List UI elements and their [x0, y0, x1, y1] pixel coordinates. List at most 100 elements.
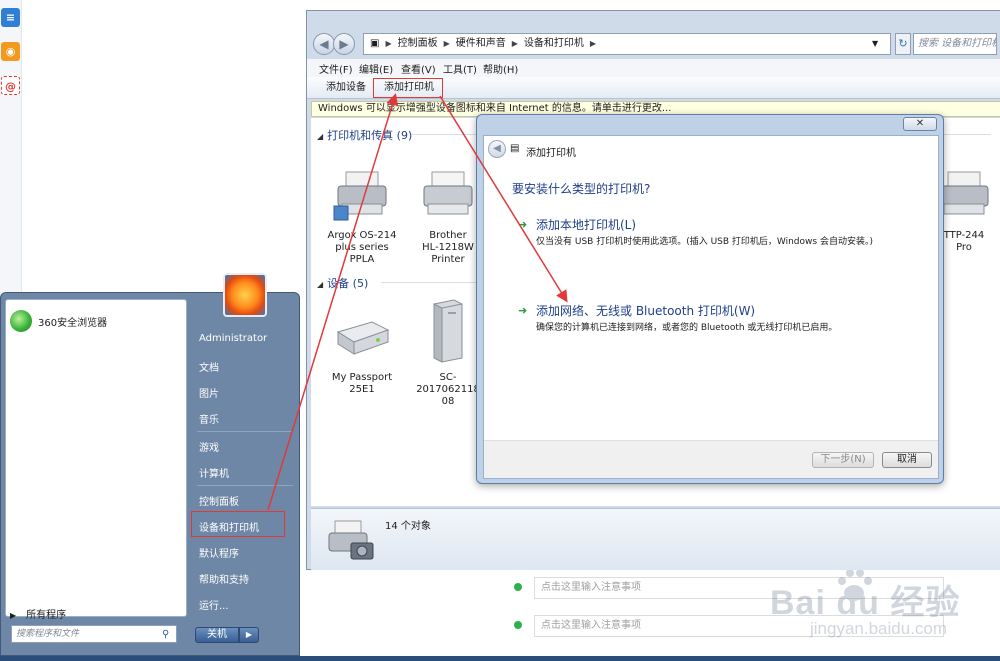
- menu-default-programs[interactable]: 默认程序: [199, 545, 239, 560]
- menu-divider: [197, 485, 293, 486]
- printer-camera-icon: [328, 520, 374, 560]
- menu-bar: 文件(F) 编辑(E) 查看(V) 工具(T) 帮助(H): [307, 59, 1000, 77]
- shutdown-button[interactable]: 关机: [195, 627, 239, 643]
- list-icon[interactable]: ≡: [1, 8, 20, 27]
- next-button[interactable]: 下一步(N): [812, 452, 874, 468]
- refresh-icon[interactable]: ↻: [895, 33, 911, 55]
- menu-view[interactable]: 查看(V): [401, 61, 436, 76]
- device-name: 25E1: [349, 384, 375, 395]
- back-button[interactable]: ◀: [313, 33, 335, 55]
- chevron-right-icon: ▶: [10, 611, 17, 620]
- address-bar: ◀ ▶ ▣ ▶ 控制面板 ▶ 硬件和声音 ▶ 设备和打印机 ▶ ▼ ↻ 搜索 设备和打印机: [311, 33, 997, 57]
- dialog-header: ◀ ▤ 添加打印机: [484, 136, 938, 162]
- printer-name: Brother: [429, 230, 467, 241]
- menu-user[interactable]: Administrator: [199, 333, 267, 344]
- menu-help-support[interactable]: 帮助和支持: [199, 571, 249, 586]
- option-title: 添加网络、无线或 Bluetooth 打印机(W): [536, 304, 756, 318]
- computer-tower-icon: [433, 299, 463, 363]
- close-button[interactable]: ✕: [903, 117, 937, 131]
- user-avatar[interactable]: [223, 273, 267, 317]
- program-label: 360安全浏览器: [38, 318, 108, 329]
- menu-tools[interactable]: 工具(T): [443, 61, 477, 76]
- device-name: My Passport: [331, 372, 393, 383]
- dialog-footer: 下一步(N) 取消: [484, 440, 938, 478]
- menu-games[interactable]: 游戏: [199, 439, 219, 454]
- menu-help[interactable]: 帮助(H): [483, 61, 518, 76]
- external-drive-icon: [336, 321, 390, 355]
- arrow-right-icon: ➜: [518, 218, 528, 231]
- group-divider: [381, 282, 481, 283]
- all-programs-label: 所有程序: [26, 610, 67, 621]
- add-device-button[interactable]: 添加设备: [321, 80, 371, 96]
- printer-item[interactable]: Argox OS-214 plus series PPLA: [325, 166, 399, 266]
- add-network-printer-option[interactable]: ➜ 添加网络、无线或 Bluetooth 打印机(W) 确保您的计算机已连接到网…: [518, 302, 918, 336]
- start-search-input[interactable]: 搜索程序和文件 ⚲: [11, 625, 177, 643]
- cancel-button[interactable]: 取消: [882, 452, 932, 468]
- option-description: 仅当没有 USB 打印机时使用此选项。(插入 USB 打印机后，Windows …: [536, 237, 873, 247]
- all-programs-button[interactable]: ▶ 所有程序: [10, 606, 186, 622]
- menu-control-panel[interactable]: 控制面板: [199, 493, 239, 508]
- shutdown-options-icon[interactable]: ▶: [239, 627, 259, 643]
- left-toolbar-strip: ≡ ◉ @: [0, 0, 22, 300]
- forward-button[interactable]: ▶: [333, 33, 355, 55]
- browser-icon: [10, 310, 32, 332]
- paw-icon: [838, 569, 872, 601]
- dialog-title: 添加打印机: [526, 148, 576, 159]
- status-bar: 14 个对象: [311, 508, 1000, 570]
- add-printer-dialog: ✕ ◀ ▤ 添加打印机 要安装什么类型的打印机? ➜ 添加本地打印机(L) 仅当…: [476, 114, 944, 484]
- printer-name: Printer: [431, 254, 465, 265]
- devices-group-header[interactable]: ◢ 设备 (5): [317, 275, 368, 291]
- option-title: 添加本地打印机(L): [536, 218, 637, 232]
- add-printer-highlight: [373, 78, 443, 98]
- search-icon[interactable]: ⚲: [162, 627, 169, 643]
- weibo-icon[interactable]: ◉: [1, 42, 20, 61]
- email-icon[interactable]: @: [1, 76, 20, 95]
- programs-pane: 360安全浏览器 ▶ 所有程序: [5, 299, 187, 621]
- dialog-body: ◀ ▤ 添加打印机 要安装什么类型的打印机? ➜ 添加本地打印机(L) 仅当没有…: [483, 135, 939, 479]
- menu-run[interactable]: 运行...: [199, 597, 229, 612]
- add-local-printer-option[interactable]: ➜ 添加本地打印机(L) 仅当没有 USB 打印机时使用此选项。(插入 USB …: [518, 216, 918, 250]
- printer-name: Argox OS-214: [327, 230, 397, 241]
- watermark-url: jingyan.baidu.com: [810, 619, 948, 638]
- printer-name: plus series: [335, 242, 389, 253]
- device-item[interactable]: My Passport 25E1: [325, 308, 399, 396]
- breadcrumb-item[interactable]: 硬件和声音: [456, 38, 506, 49]
- program-360-browser[interactable]: 360安全浏览器: [10, 310, 182, 332]
- breadcrumb-item[interactable]: 控制面板: [398, 38, 438, 49]
- chevron-down-icon[interactable]: ▼: [872, 34, 878, 54]
- menu-divider: [197, 431, 293, 432]
- printer-name: HL-1218W: [422, 242, 474, 253]
- bullet-icon: [514, 621, 522, 629]
- menu-edit[interactable]: 编辑(E): [359, 61, 393, 76]
- menu-pictures[interactable]: 图片: [199, 385, 219, 400]
- menu-file[interactable]: 文件(F): [319, 61, 353, 76]
- device-name: SC-2017062118: [416, 372, 480, 395]
- devices-group-title: 设备 (5): [327, 277, 369, 290]
- search-input[interactable]: 搜索 设备和打印机: [913, 33, 997, 55]
- printer-name: PPLA: [349, 254, 375, 265]
- menu-documents[interactable]: 文档: [199, 359, 219, 374]
- taskbar: [0, 656, 1000, 661]
- devices-printers-highlight: [191, 511, 285, 537]
- menu-computer[interactable]: 计算机: [199, 465, 229, 480]
- option-description: 确保您的计算机已连接到网络，或者您的 Bluetooth 或无线打印机已启用。: [536, 323, 838, 333]
- menu-music[interactable]: 音乐: [199, 411, 219, 426]
- breadcrumb-item[interactable]: 设备和打印机: [524, 38, 584, 49]
- device-name: 08: [441, 396, 455, 407]
- collapse-icon: ◢: [317, 280, 324, 289]
- device-item[interactable]: SC-2017062118 08: [411, 298, 485, 408]
- command-bar: 添加设备 添加打印机: [307, 77, 1000, 99]
- breadcrumb[interactable]: ▣ ▶ 控制面板 ▶ 硬件和声音 ▶ 设备和打印机 ▶ ▼: [363, 33, 891, 55]
- dialog-question: 要安装什么类型的打印机?: [512, 182, 651, 196]
- printer-icon: [333, 171, 387, 221]
- back-icon[interactable]: ◀: [488, 140, 506, 158]
- arrow-right-icon: ➜: [518, 304, 528, 317]
- printers-group-title: 打印机和传真 (9): [327, 129, 413, 142]
- start-menu: 360安全浏览器 ▶ 所有程序 搜索程序和文件 ⚲ Administrator 文…: [0, 273, 300, 656]
- folder-icon: ▣: [370, 38, 380, 49]
- baidu-jingyan-watermark: Bai du 经验 jingyan.baidu.com: [770, 569, 1000, 645]
- bullet-icon: [514, 583, 522, 591]
- printer-item[interactable]: Brother HL-1218W Printer: [411, 166, 485, 266]
- printer-icon: ▤: [510, 143, 520, 154]
- printers-group-header[interactable]: ◢ 打印机和传真 (9): [317, 127, 412, 143]
